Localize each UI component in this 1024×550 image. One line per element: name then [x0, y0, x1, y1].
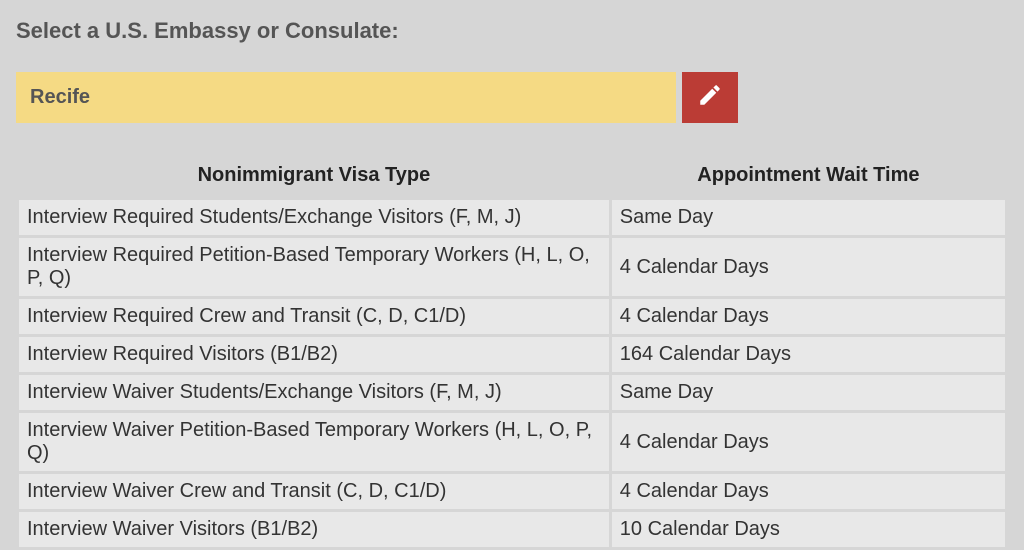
wait-time-cell: 164 Calendar Days	[612, 337, 1005, 372]
visa-type-cell: Interview Required Visitors (B1/B2)	[19, 337, 609, 372]
table-row: Interview Waiver Petition-Based Temporar…	[19, 413, 1005, 471]
table-row: Interview Required Students/Exchange Vis…	[19, 200, 1005, 235]
visa-type-cell: Interview Waiver Visitors (B1/B2)	[19, 512, 609, 547]
location-select-row: Recife	[16, 72, 1008, 123]
visa-type-cell: Interview Required Students/Exchange Vis…	[19, 200, 609, 235]
page-heading: Select a U.S. Embassy or Consulate:	[16, 18, 1008, 44]
edit-location-button[interactable]	[682, 72, 738, 123]
wait-time-cell: 4 Calendar Days	[612, 474, 1005, 509]
col-header-visa-type: Nonimmigrant Visa Type	[19, 158, 609, 197]
table-row: Interview Waiver Crew and Transit (C, D,…	[19, 474, 1005, 509]
visa-type-cell: Interview Required Petition-Based Tempor…	[19, 238, 609, 296]
location-select-value: Recife	[30, 86, 90, 109]
table-row: Interview Waiver Visitors (B1/B2)10 Cale…	[19, 512, 1005, 547]
table-header-row: Nonimmigrant Visa Type Appointment Wait …	[19, 158, 1005, 197]
visa-type-cell: Interview Waiver Students/Exchange Visit…	[19, 375, 609, 410]
wait-time-cell: 4 Calendar Days	[612, 413, 1005, 471]
wait-time-cell: Same Day	[612, 200, 1005, 235]
wait-time-cell: 4 Calendar Days	[612, 299, 1005, 334]
col-header-wait-time: Appointment Wait Time	[612, 158, 1005, 197]
wait-time-cell: Same Day	[612, 375, 1005, 410]
edit-icon	[697, 82, 723, 113]
location-select[interactable]: Recife	[16, 72, 676, 123]
wait-time-cell: 10 Calendar Days	[612, 512, 1005, 547]
visa-type-cell: Interview Waiver Petition-Based Temporar…	[19, 413, 609, 471]
table-row: Interview Required Visitors (B1/B2)164 C…	[19, 337, 1005, 372]
table-row: Interview Waiver Students/Exchange Visit…	[19, 375, 1005, 410]
table-row: Interview Required Crew and Transit (C, …	[19, 299, 1005, 334]
visa-type-cell: Interview Required Crew and Transit (C, …	[19, 299, 609, 334]
wait-time-cell: 4 Calendar Days	[612, 238, 1005, 296]
wait-times-table: Nonimmigrant Visa Type Appointment Wait …	[16, 155, 1008, 550]
visa-type-cell: Interview Waiver Crew and Transit (C, D,…	[19, 474, 609, 509]
table-row: Interview Required Petition-Based Tempor…	[19, 238, 1005, 296]
